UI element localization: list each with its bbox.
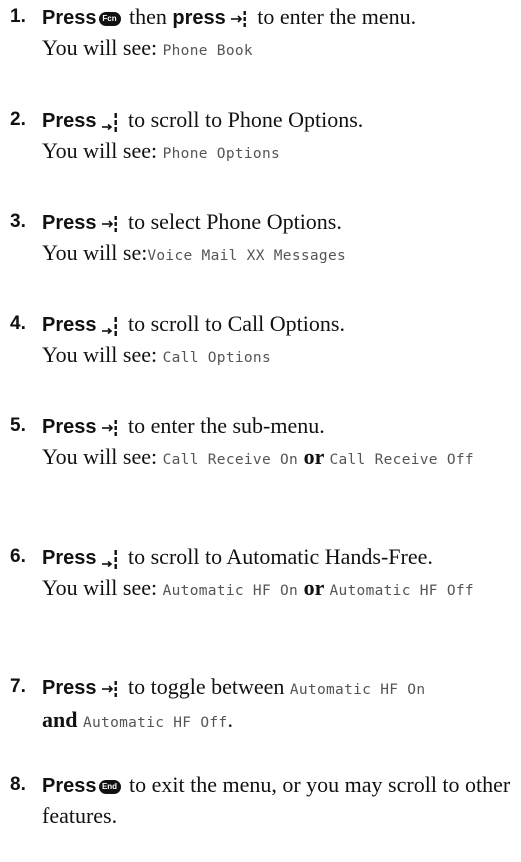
press-label: Press <box>42 547 97 569</box>
step-8: 8. Press End to exit the menu, or you may… <box>6 770 521 831</box>
step-number: 5. <box>10 415 26 436</box>
expected-display: You will see: Automatic HF On or Automat… <box>42 575 474 600</box>
expected-display: You will see: Phone Book <box>42 35 253 60</box>
press-label: Press <box>42 110 97 132</box>
expected-display: You will see: Phone Options <box>42 138 281 163</box>
press-label: Press <box>42 314 97 336</box>
step-6: 6. Press to scroll to Automatic Hands-Fr… <box>6 542 521 606</box>
lcd-text: Phone Options <box>162 146 281 162</box>
step-5: 5. Press to enter the sub-menu. You will… <box>6 411 521 475</box>
step-instruction: Press to enter the sub-menu. <box>42 413 325 438</box>
lcd-text: Phone Book <box>162 43 253 59</box>
expected-display: You will see: Call Options <box>42 342 271 367</box>
press-label: Press <box>42 677 97 699</box>
select-key-icon <box>230 9 248 29</box>
lcd-text: Call Options <box>162 350 271 366</box>
step-number: 6. <box>10 546 26 567</box>
press-label: Press <box>42 212 97 234</box>
lcd-text: Voice Mail XX Messages <box>147 248 347 264</box>
lcd-text: Call Receive On <box>162 452 299 468</box>
select-key-icon <box>101 418 119 438</box>
step-number: 4. <box>10 313 26 334</box>
step-number: 2. <box>10 109 26 130</box>
step-number: 8. <box>10 774 26 795</box>
expected-display: You will se:Voice Mail XX Messages <box>42 240 347 265</box>
scroll-key-icon <box>101 548 119 570</box>
step-number: 3. <box>10 211 26 232</box>
step-instruction: Press Fcn then press to enter the menu. <box>42 4 417 29</box>
step-instruction: Press to scroll to Automatic Hands-Free. <box>42 544 433 570</box>
step-instruction: Press to scroll to Call Options. <box>42 311 345 337</box>
step-instruction: Press End to exit the menu, or you may sc… <box>42 772 511 828</box>
select-key-icon <box>101 679 119 699</box>
end-key-icon: End <box>98 779 121 794</box>
scroll-key-icon <box>101 111 119 133</box>
step-instruction: Press to toggle between Automatic HF On <box>42 674 426 699</box>
step-4: 4. Press to scroll to Call Options. You … <box>6 309 521 373</box>
step-1: 1. Press Fcn then press to enter the menu… <box>6 2 521 66</box>
select-key-icon <box>101 214 119 234</box>
lcd-text: Automatic HF Off <box>329 583 474 599</box>
step-number: 1. <box>10 6 26 27</box>
press-label: Press <box>42 7 97 29</box>
step-instruction: Press to select Phone Options. <box>42 209 342 234</box>
step-instruction-cont: and Automatic HF Off. <box>42 707 233 732</box>
expected-display: You will see: Call Receive On or Call Re… <box>42 444 474 469</box>
step-2: 2. Press to scroll to Phone Options. You… <box>6 105 521 169</box>
step-3: 3. Press to select Phone Options. You wi… <box>6 207 521 271</box>
lcd-text: Automatic HF On <box>289 682 426 698</box>
step-7: 7. Press to toggle between Automatic HF … <box>6 672 521 738</box>
fcn-key-icon: Fcn <box>98 11 121 26</box>
lcd-text: Automatic HF Off <box>82 715 228 731</box>
press-label: Press <box>42 416 97 438</box>
lcd-text: Call Receive Off <box>329 452 474 468</box>
step-instruction: Press to scroll to Phone Options. <box>42 107 364 133</box>
press-label: press <box>172 7 226 29</box>
lcd-text: Automatic HF On <box>162 583 299 599</box>
scroll-key-icon <box>101 315 119 337</box>
press-label: Press <box>42 775 97 797</box>
step-number: 7. <box>10 676 26 697</box>
